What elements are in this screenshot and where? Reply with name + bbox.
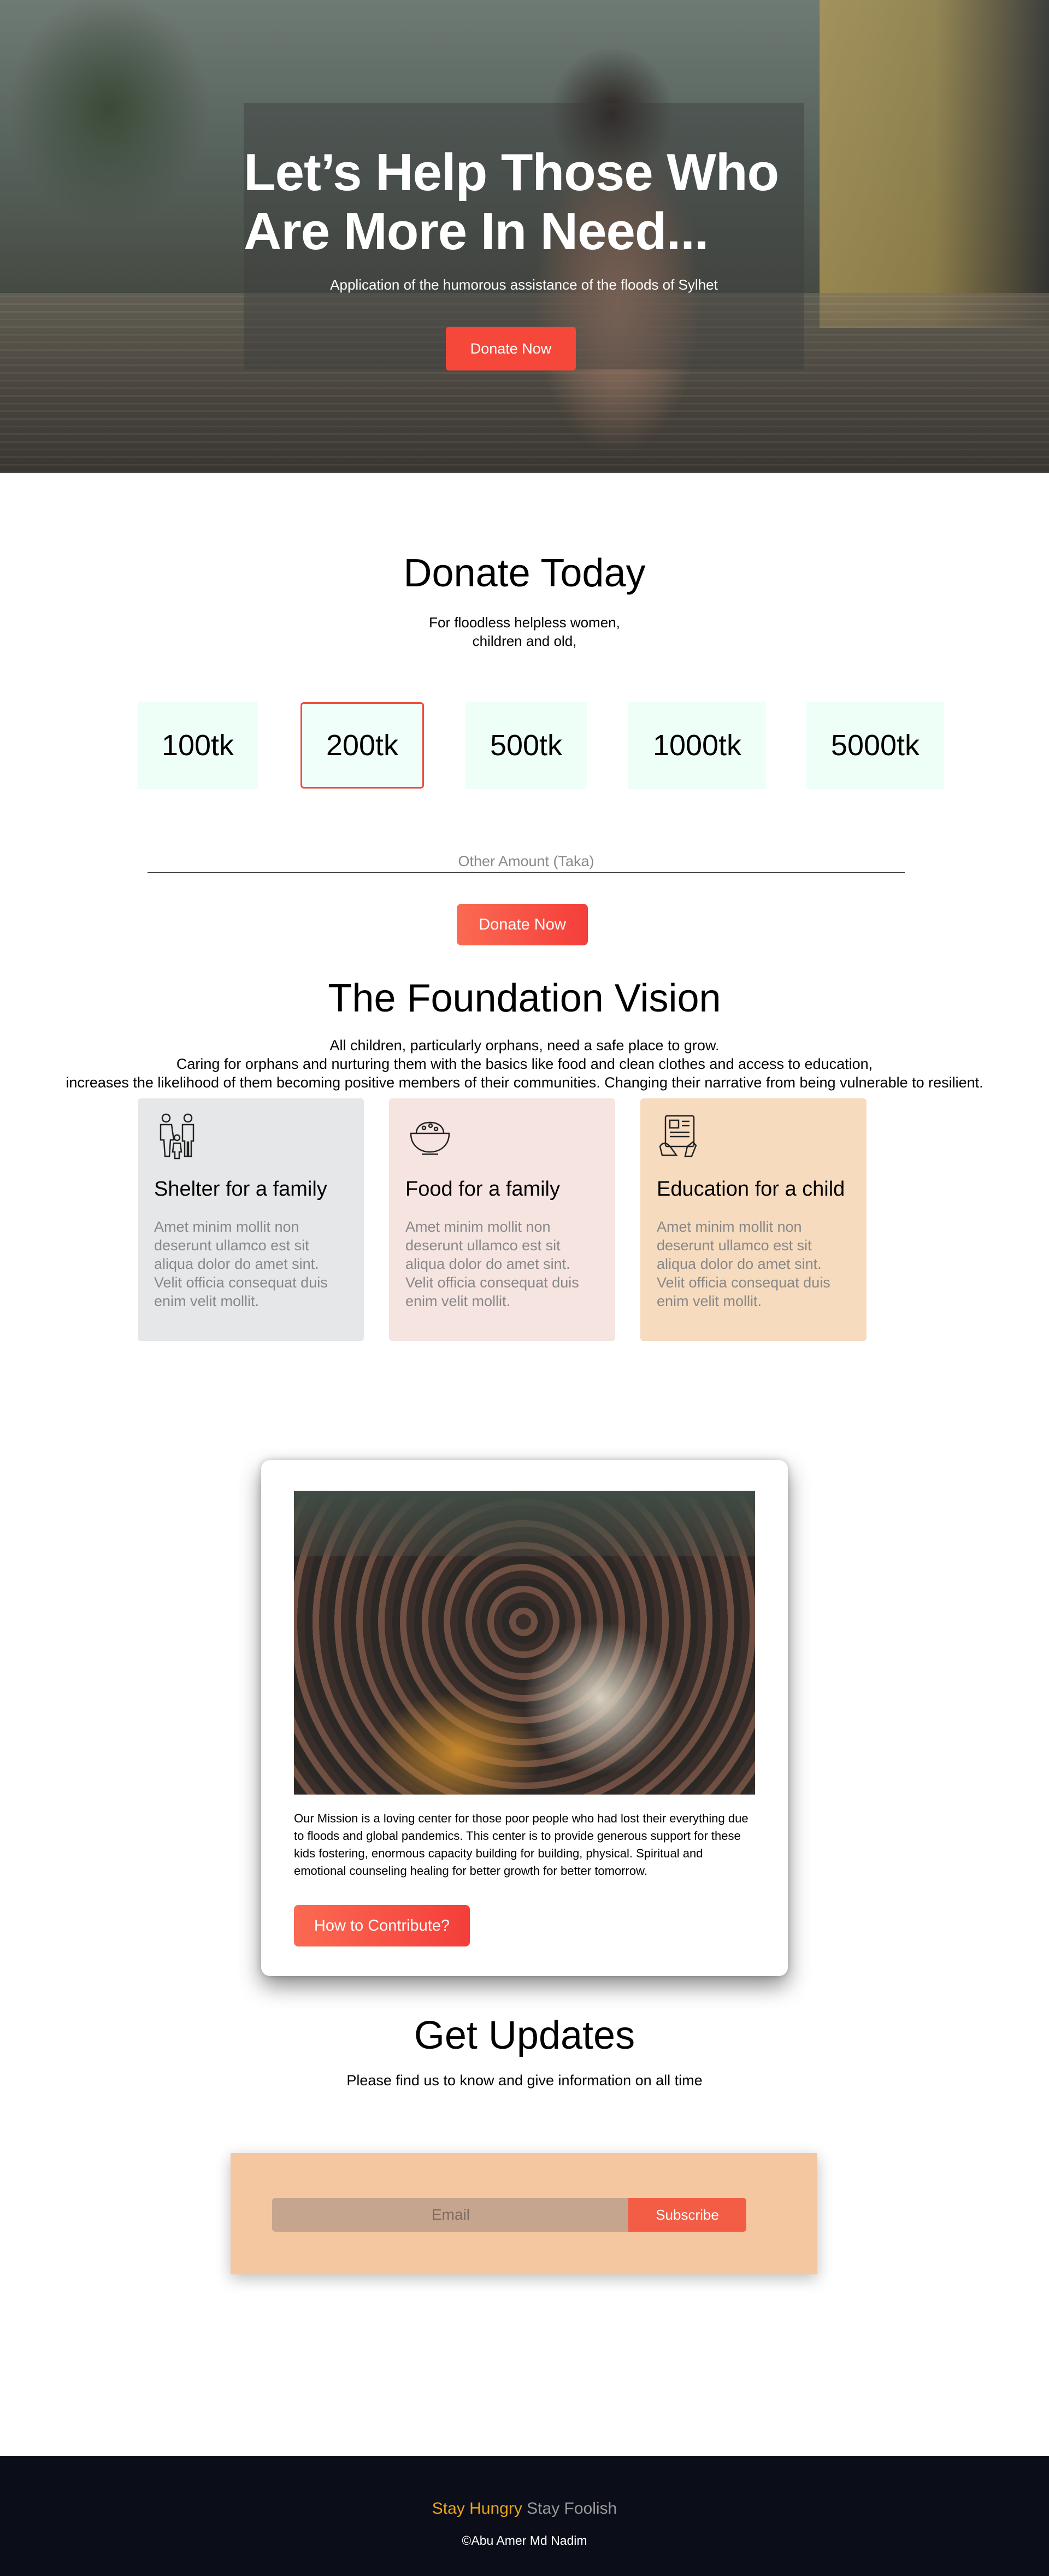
amount-option-1000[interactable]: 1000tk bbox=[628, 702, 766, 789]
donate-title: Donate Today bbox=[403, 551, 646, 595]
footer: Stay Hungry Stay Foolish ©Abu Amer Md Na… bbox=[0, 2456, 1049, 2576]
card-text: Amet minim mollit non deserunt ullamco e… bbox=[657, 1219, 830, 1309]
hero-section: Let’s Help Those Who Are More In Need...… bbox=[0, 0, 1049, 473]
card-shelter[interactable]: Shelter for a family Amet minim mollit n… bbox=[138, 1098, 364, 1341]
card-education[interactable]: Education for a child Amet minim mollit … bbox=[640, 1098, 867, 1341]
amount-option-200[interactable]: 200tk bbox=[300, 702, 424, 789]
updates-section: Get Updates Please find us to know and g… bbox=[0, 2013, 1049, 2456]
updates-subtitle: Please find us to know and give informat… bbox=[346, 2072, 703, 2089]
email-input[interactable] bbox=[272, 2198, 629, 2232]
card-title: Shelter for a family bbox=[154, 1178, 327, 1201]
amount-option-100[interactable]: 100tk bbox=[138, 702, 258, 789]
updates-title: Get Updates bbox=[414, 2014, 635, 2057]
mission-text: Our Mission is a loving center for those… bbox=[294, 1812, 749, 1878]
footer-motto: Stay Hungry Stay Foolish bbox=[0, 2499, 1049, 2518]
mission-card: Our Mission is a loving center for those… bbox=[261, 1460, 788, 1976]
hero-title: Let’s Help Those Who Are More In Need... bbox=[244, 143, 779, 261]
donate-section: Donate Today For floodless helpless wome… bbox=[0, 473, 1049, 976]
vision-text-line: All children, particularly orphans, need… bbox=[329, 1037, 720, 1054]
hero-subtitle: Application of the humorous assistance o… bbox=[330, 277, 718, 293]
amount-option-500[interactable]: 500tk bbox=[465, 702, 587, 789]
how-to-contribute-button[interactable]: How to Contribute? bbox=[294, 1905, 470, 1946]
vision-section: The Foundation Vision All children, part… bbox=[0, 976, 1049, 1460]
amount-option-5000[interactable]: 5000tk bbox=[806, 702, 944, 789]
card-food[interactable]: Food for a family Amet minim mollit non … bbox=[389, 1098, 615, 1341]
vision-description: All children, particularly orphans, need… bbox=[0, 1036, 1049, 1092]
card-title: Education for a child bbox=[657, 1178, 845, 1201]
mission-photo-background bbox=[294, 1491, 755, 1556]
footer-motto-rest: Stay Foolish bbox=[527, 2499, 617, 2518]
footer-copyright: ©Abu Amer Md Nadim bbox=[462, 2533, 587, 2548]
hero-donate-button[interactable]: Donate Now bbox=[446, 327, 576, 370]
family-icon bbox=[160, 1113, 195, 1160]
other-amount-input[interactable] bbox=[148, 850, 905, 873]
donate-now-button[interactable]: Donate Now bbox=[457, 904, 588, 945]
card-text: Amet minim mollit non deserunt ullamco e… bbox=[154, 1219, 328, 1309]
subscribe-button[interactable]: Subscribe bbox=[628, 2198, 746, 2232]
donate-subtitle: For floodless helpless women, children a… bbox=[0, 613, 1049, 650]
vision-title: The Foundation Vision bbox=[328, 977, 721, 1020]
mission-photo-crowd bbox=[294, 1491, 755, 1795]
donate-subtitle-line: For floodless helpless women, bbox=[429, 614, 620, 631]
mission-section: Our Mission is a loving center for those… bbox=[0, 1460, 1049, 2013]
donate-subtitle-line: children and old, bbox=[472, 633, 577, 649]
card-text: Amet minim mollit non deserunt ullamco e… bbox=[405, 1219, 579, 1309]
vision-text-line: increases the likelihood of them becomin… bbox=[66, 1074, 983, 1091]
vision-text-line: Caring for orphans and nurturing them wi… bbox=[176, 1056, 873, 1072]
food-bowl-icon bbox=[410, 1121, 450, 1155]
hero-background-building bbox=[820, 0, 1049, 328]
education-icon bbox=[659, 1115, 697, 1157]
card-title: Food for a family bbox=[405, 1178, 560, 1201]
footer-motto-highlight: Stay Hungry bbox=[432, 2499, 522, 2518]
subscribe-box: Subscribe bbox=[231, 2153, 817, 2274]
